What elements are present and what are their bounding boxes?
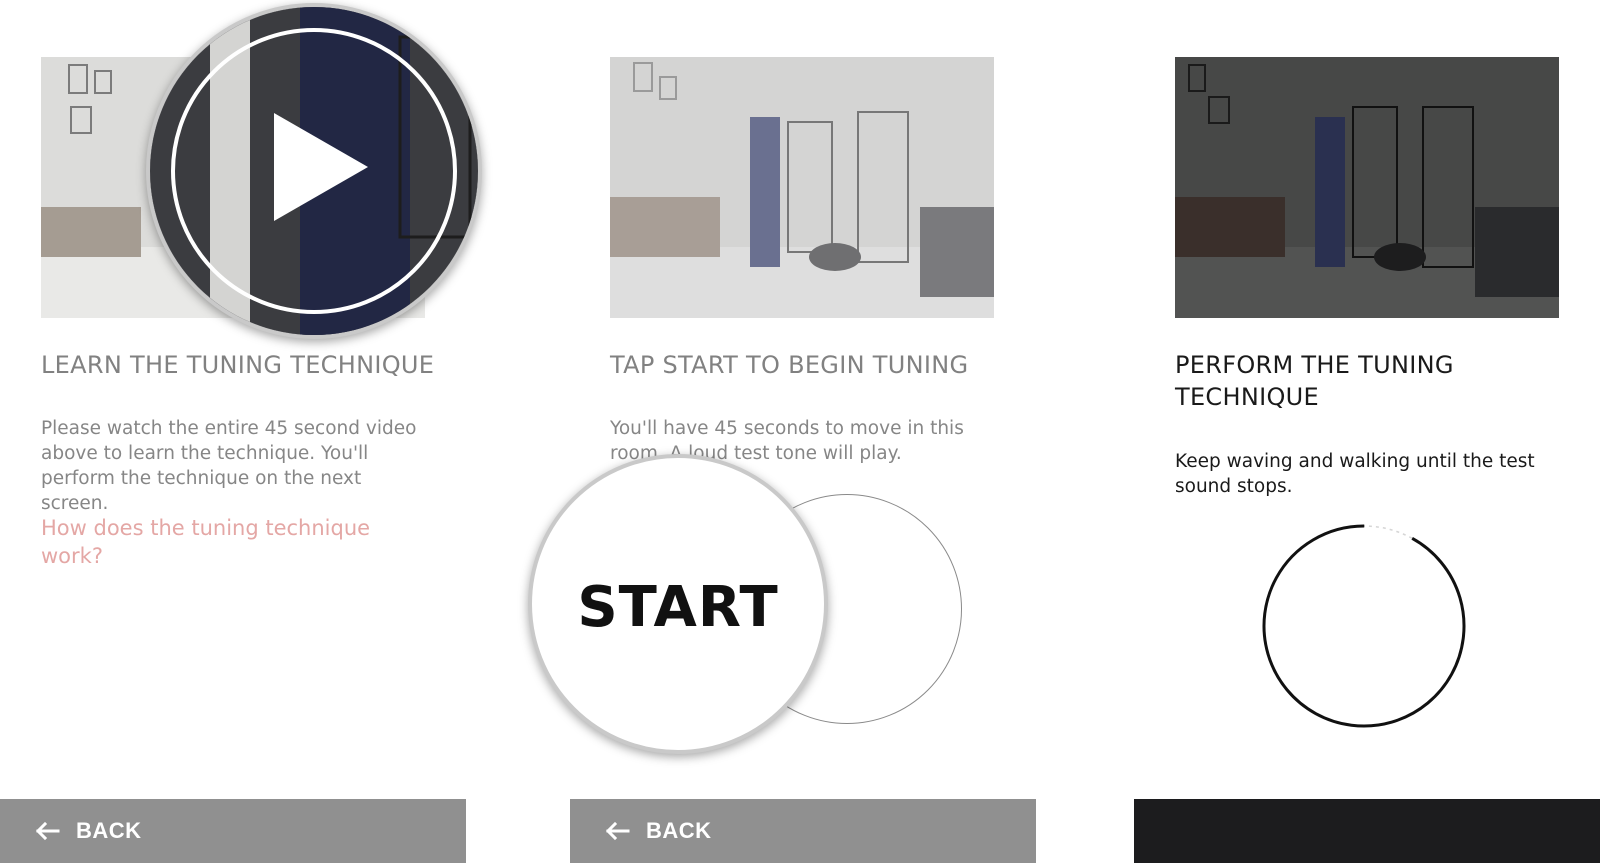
panel-perform-technique: PERFORM THE TUNING TECHNIQUE Keep waving… bbox=[1134, 0, 1600, 863]
room-scene-image bbox=[610, 57, 994, 318]
start-label: START bbox=[577, 574, 779, 640]
progress-arc bbox=[1262, 524, 1466, 728]
room-scene-image bbox=[1175, 57, 1559, 318]
instruction-text: Keep waving and walking until the test s… bbox=[1175, 451, 1535, 497]
bottom-bar bbox=[1134, 799, 1600, 863]
back-label: BACK bbox=[76, 818, 142, 843]
panel-start-tuning: TAP START TO BEGIN TUNING You'll have 45… bbox=[528, 0, 1036, 863]
back-button[interactable]: BACK bbox=[570, 799, 1036, 863]
play-button-magnifier[interactable] bbox=[146, 3, 482, 339]
tuning-progress-ring bbox=[1262, 524, 1466, 728]
page-title: TAP START TO BEGIN TUNING bbox=[610, 351, 969, 379]
panel-learn-technique: LEARN THE TUNING TECHNIQUE Please watch … bbox=[0, 0, 482, 863]
page-title: PERFORM THE TUNING TECHNIQUE bbox=[1175, 351, 1454, 411]
back-button[interactable]: BACK bbox=[0, 799, 466, 863]
play-icon[interactable] bbox=[150, 7, 478, 335]
arrow-left-icon bbox=[34, 821, 60, 841]
back-label: BACK bbox=[646, 818, 712, 843]
instruction-text: Please watch the entire 45 second video … bbox=[41, 418, 417, 514]
start-button[interactable]: START bbox=[528, 454, 828, 754]
arrow-left-icon bbox=[604, 821, 630, 841]
tutorial-video-playing bbox=[1175, 57, 1559, 318]
page-title: LEARN THE TUNING TECHNIQUE bbox=[41, 351, 435, 379]
tutorial-video-preview bbox=[610, 57, 994, 318]
how-it-works-link[interactable]: How does the tuning technique work? bbox=[41, 514, 381, 570]
